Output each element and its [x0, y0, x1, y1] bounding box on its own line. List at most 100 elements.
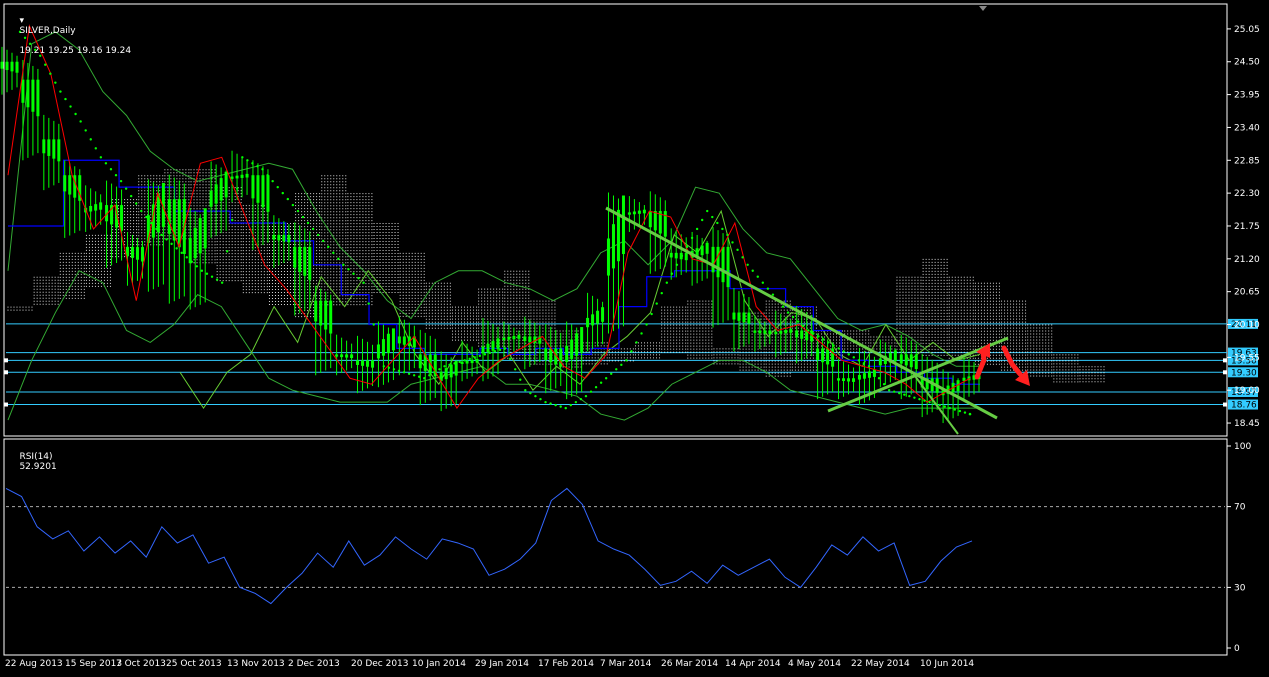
- psar-dot: [524, 388, 527, 392]
- rsi-y-tick-label: 0: [1234, 644, 1240, 654]
- psar-dot: [706, 209, 709, 213]
- psar-dot: [251, 162, 254, 165]
- candle-body: [0, 61, 4, 69]
- psar-dot: [938, 403, 941, 407]
- candle-body: [188, 237, 192, 264]
- candle-body: [361, 360, 365, 366]
- psar-dot: [236, 187, 239, 190]
- psar-dot: [357, 277, 360, 280]
- candle-body: [616, 209, 620, 262]
- psar-dot: [423, 377, 426, 380]
- psar-dot: [473, 356, 476, 359]
- psar-dot: [700, 218, 704, 222]
- psar-dot: [736, 248, 739, 252]
- psar-dot: [180, 251, 183, 255]
- psar-dot: [59, 90, 62, 93]
- candle-body: [758, 330, 762, 334]
- psar-dot: [898, 391, 901, 395]
- candle-body: [240, 174, 244, 178]
- candle-body: [611, 224, 615, 269]
- psar-dot: [822, 338, 825, 341]
- candle-body: [711, 246, 715, 273]
- candle-body: [350, 354, 354, 359]
- chart-root: 20.11 19.63 19.50 19.30 18.97 18.76 100 70 30 0 …: [0, 0, 1269, 673]
- rsi-header: RSI(14) 52.9201: [8, 442, 56, 482]
- candle-body: [821, 348, 825, 363]
- psar-dot: [812, 332, 815, 335]
- psar-dot: [276, 185, 279, 189]
- symbol-label: SILVER,Daily: [19, 26, 76, 36]
- candle-body: [816, 348, 820, 360]
- psar-dot: [599, 381, 603, 384]
- psar-dot: [124, 187, 128, 190]
- candle-body: [99, 202, 103, 210]
- psar-dot: [49, 72, 52, 75]
- candle-body: [632, 211, 636, 215]
- candle-body: [245, 173, 249, 178]
- candle-body: [47, 139, 51, 156]
- level-marker-right: [1223, 358, 1227, 363]
- candle-body: [402, 336, 406, 345]
- candle-body: [397, 336, 401, 344]
- psar-dot: [549, 402, 552, 405]
- psar-dot: [943, 405, 946, 408]
- psar-dot: [887, 388, 891, 392]
- candle-body: [89, 205, 93, 212]
- candle-body: [224, 171, 228, 198]
- y-tick-label: 25.05: [1234, 25, 1260, 35]
- dropdown-triangle-icon[interactable]: ▾: [19, 16, 24, 26]
- psar-dot: [716, 221, 719, 225]
- psar-dot: [827, 341, 830, 344]
- candle-body: [261, 175, 265, 208]
- candle-body: [193, 227, 197, 259]
- psar-dot: [913, 396, 916, 399]
- x-tick-label: 26 Mar 2014: [661, 659, 718, 669]
- level-marker-right: [1223, 370, 1227, 375]
- candle-body: [705, 242, 709, 254]
- psar-dot: [69, 105, 72, 108]
- psar-dot: [862, 362, 866, 365]
- candle-body: [256, 175, 260, 203]
- candle-body: [496, 338, 500, 350]
- psar-dot: [311, 227, 315, 231]
- psar-dot: [903, 393, 906, 396]
- candle-body: [580, 327, 584, 353]
- candle-body: [737, 312, 741, 321]
- psar-dot: [463, 359, 466, 362]
- candle-body: [460, 361, 464, 364]
- chart-canvas[interactable]: 20.1119.6319.5019.3018.9718.76 10070300 …: [0, 0, 1269, 673]
- candle-body: [491, 341, 495, 351]
- candle-body: [878, 358, 882, 366]
- candle-body: [789, 329, 793, 333]
- psar-dot: [114, 174, 118, 177]
- psar-dot: [554, 403, 557, 407]
- candle-body: [42, 139, 46, 154]
- psar-dot: [680, 254, 684, 258]
- psar-dot: [54, 81, 57, 84]
- psar-dot: [751, 269, 754, 272]
- psar-dot: [746, 263, 749, 266]
- psar-dot: [832, 344, 835, 347]
- psar-dot: [852, 356, 855, 359]
- candle-body: [26, 79, 30, 108]
- candle-body: [386, 333, 390, 354]
- psar-dot: [726, 233, 729, 237]
- psar-dot: [574, 400, 578, 404]
- psar-dot: [690, 236, 694, 240]
- psar-dot: [185, 256, 188, 259]
- candle-body: [251, 175, 255, 199]
- symbol-header[interactable]: ▾ SILVER,Daily 19.21 19.25 19.16 19.24: [8, 6, 131, 66]
- candle-body: [753, 330, 757, 333]
- candle-body: [502, 337, 506, 341]
- y-tick-label: 22.30: [1234, 189, 1260, 199]
- candle-body: [277, 234, 281, 241]
- psar-dot: [564, 406, 567, 410]
- psar-dot: [711, 215, 714, 219]
- psar-dot: [589, 390, 593, 393]
- candle-body: [528, 336, 532, 342]
- psar-dot: [923, 399, 926, 402]
- psar-dot: [519, 378, 522, 381]
- candle-body: [700, 245, 704, 256]
- psar-dot: [807, 329, 810, 332]
- psar-dot: [645, 323, 648, 326]
